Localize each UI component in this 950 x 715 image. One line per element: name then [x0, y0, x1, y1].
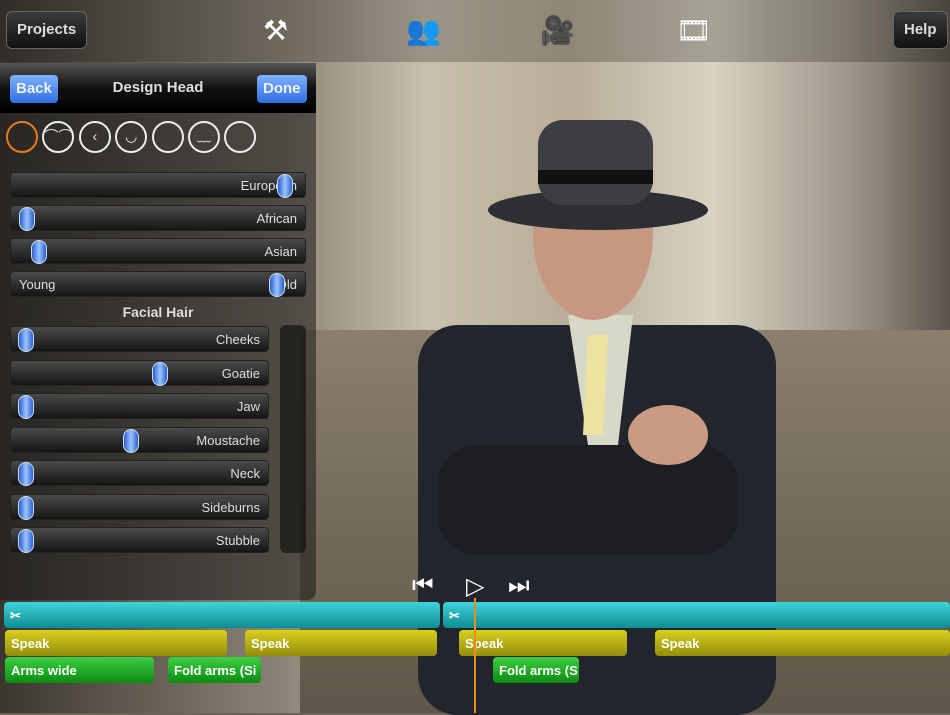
design-head-panel: Back Design Head Done ⌒⌒ ‹ ◡ ﹏ European A… [0, 63, 316, 600]
face-round-icon[interactable] [6, 121, 38, 153]
slider-knob[interactable] [277, 174, 293, 198]
action-clip[interactable]: Arms wide [5, 657, 154, 683]
scene-clip[interactable]: ✂ [4, 602, 440, 628]
slider-knob[interactable] [18, 495, 35, 520]
slider-label: Cheeks [215, 332, 260, 347]
rewind-icon[interactable]: ⏮ [412, 572, 434, 600]
export-video-icon[interactable]: 🎞 [676, 14, 712, 48]
speak-clip[interactable]: Speak [655, 630, 950, 656]
scene-clip[interactable]: ✂ [443, 602, 950, 628]
face-smile-icon[interactable]: ◡ [115, 121, 148, 153]
face-shape-selector: ⌒⌒ ‹ ◡ ﹏ [6, 121, 259, 153]
face-chin-icon[interactable] [151, 121, 184, 153]
cut-icon[interactable]: ✂ [449, 608, 460, 623]
slider-label: Jaw [236, 399, 260, 414]
facial-hair-heading: Facial Hair [122, 304, 194, 320]
slider-label: African [256, 211, 297, 226]
slider-knob[interactable] [151, 361, 168, 386]
slider-label: Stubble [215, 533, 260, 548]
characters-icon[interactable]: 👥 [406, 14, 441, 48]
facial-hair-scrollbar[interactable] [280, 325, 306, 553]
slider-label: Goatie [221, 365, 260, 381]
slider-knob[interactable] [18, 529, 35, 553]
action-clip[interactable]: Fold arms (S [493, 657, 579, 683]
fast-forward-icon[interactable]: ⏭ [508, 572, 530, 600]
slider-stubble[interactable]: Stubble [10, 527, 269, 553]
slider-asian[interactable]: Asian [10, 238, 306, 264]
slider-african[interactable]: African [10, 205, 306, 231]
slider-sideburns[interactable]: Sideburns [10, 493, 269, 520]
action-clip[interactable]: Fold arms (Si [168, 657, 261, 683]
slider-label: Asian [264, 244, 297, 259]
face-jaw-icon[interactable] [224, 121, 257, 153]
slider-knob[interactable] [18, 328, 35, 352]
speak-clip[interactable]: Speak [245, 630, 437, 656]
done-button[interactable]: Done [257, 75, 307, 103]
slider-neck[interactable]: Neck [10, 460, 269, 486]
slider-cheeks[interactable]: Cheeks [10, 326, 269, 352]
camera-icon[interactable]: 🎥 [540, 14, 575, 48]
slider-label: Moustache [196, 432, 260, 448]
playhead[interactable] [474, 598, 476, 713]
face-brows-icon[interactable]: ⌒⌒ [42, 121, 75, 153]
speak-clip[interactable]: Speak [5, 630, 227, 656]
slider-knob[interactable] [18, 395, 35, 419]
slider-european[interactable]: European [10, 172, 306, 198]
slider-label: Neck [230, 466, 260, 481]
projects-button[interactable]: Projects [6, 11, 88, 49]
cut-icon[interactable]: ✂ [10, 608, 21, 623]
play-icon[interactable]: ▷ [466, 572, 484, 601]
slider-jaw[interactable]: Jaw [10, 393, 269, 419]
tools-icon[interactable]: ⚒ [263, 14, 288, 48]
slider-min-label: Young [19, 277, 56, 292]
speak-clip[interactable]: Speak [459, 630, 627, 656]
panel-header: Back Design Head Done [0, 63, 316, 113]
slider-knob[interactable] [122, 428, 139, 453]
slider-goatie[interactable]: Goatie [10, 359, 269, 386]
slider-knob[interactable] [18, 462, 35, 486]
slider-knob[interactable] [19, 207, 36, 231]
slider-label: Sideburns [201, 499, 260, 515]
help-button[interactable]: Help [893, 11, 948, 49]
top-toolbar: Projects ⚒ 👥 🎥 🎞 Help [0, 0, 950, 62]
slider-knob[interactable] [268, 273, 285, 297]
slider-age[interactable]: Young Old [10, 271, 306, 297]
slider-knob[interactable] [30, 240, 47, 264]
face-cheek-icon[interactable]: ‹ [78, 121, 111, 153]
slider-moustache[interactable]: Moustache [10, 426, 269, 453]
face-moustache-icon[interactable]: ﹏ [187, 121, 220, 153]
